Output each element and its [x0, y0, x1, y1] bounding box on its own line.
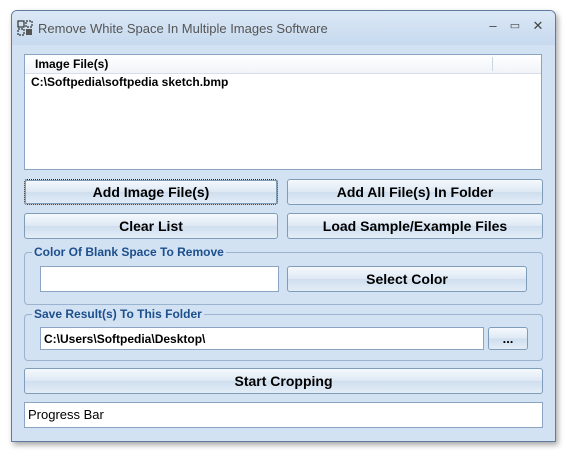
load-sample-files-button[interactable]: Load Sample/Example Files: [287, 213, 543, 239]
add-all-files-in-folder-button[interactable]: Add All File(s) In Folder: [287, 179, 543, 205]
browse-button[interactable]: ...: [488, 327, 528, 350]
clear-list-button[interactable]: Clear List: [24, 213, 278, 239]
client-area: Image File(s) C:\Softpedia\softpedia ske…: [12, 45, 555, 441]
save-folder-field[interactable]: C:\Users\Softpedia\Desktop\: [40, 327, 484, 350]
color-field[interactable]: [40, 266, 279, 292]
progress-bar: Progress Bar: [24, 402, 543, 428]
app-window: Remove White Space In Multiple Images So…: [11, 10, 556, 442]
add-image-files-button[interactable]: Add Image File(s): [24, 179, 278, 205]
window-title: Remove White Space In Multiple Images So…: [38, 21, 328, 36]
image-file-list[interactable]: Image File(s) C:\Softpedia\softpedia ske…: [24, 54, 542, 170]
save-folder-label: Save Result(s) To This Folder: [32, 307, 204, 321]
column-header-image-files[interactable]: Image File(s): [35, 57, 108, 71]
start-cropping-button[interactable]: Start Cropping: [24, 368, 543, 394]
color-group: Color Of Blank Space To Remove Select Co…: [24, 245, 543, 305]
column-separator[interactable]: [492, 57, 493, 71]
app-icon: [17, 20, 33, 36]
minimize-icon[interactable]: –: [482, 18, 504, 34]
list-header: Image File(s): [25, 55, 541, 74]
save-folder-group: Save Result(s) To This Folder C:\Users\S…: [24, 307, 543, 361]
close-icon[interactable]: ✕: [527, 18, 549, 34]
color-group-label: Color Of Blank Space To Remove: [32, 245, 226, 259]
select-color-button[interactable]: Select Color: [287, 266, 527, 292]
list-item[interactable]: C:\Softpedia\softpedia sketch.bmp: [31, 75, 228, 89]
title-bar[interactable]: Remove White Space In Multiple Images So…: [12, 11, 555, 45]
maximize-icon[interactable]: ▭: [504, 18, 526, 34]
